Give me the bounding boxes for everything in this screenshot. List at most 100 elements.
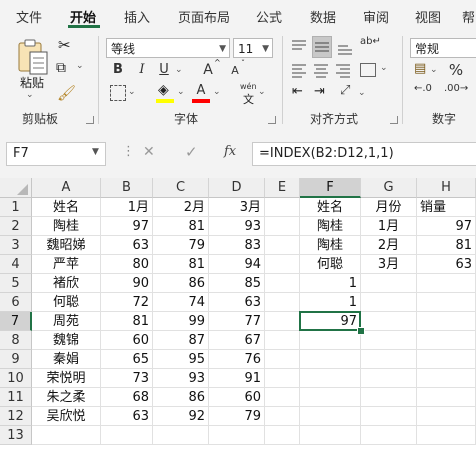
alignment-dialog-launcher-icon[interactable] xyxy=(390,116,398,124)
align-bottom-icon[interactable] xyxy=(336,38,354,56)
cell-e10[interactable] xyxy=(265,369,300,388)
cell-e4[interactable] xyxy=(265,255,300,274)
underline-dropdown-icon[interactable]: ⌄ xyxy=(175,65,183,75)
cell-e7[interactable] xyxy=(265,312,300,331)
merge-dropdown-icon[interactable]: ⌄ xyxy=(380,63,388,73)
underline-button[interactable]: U xyxy=(156,60,172,80)
cell-b1[interactable]: 1月 xyxy=(101,198,153,217)
cell-f8[interactable] xyxy=(300,331,361,350)
accounting-dropdown-icon[interactable]: ⌄ xyxy=(430,65,438,75)
cell-e8[interactable] xyxy=(265,331,300,350)
column-header-a[interactable]: A xyxy=(32,178,101,198)
cell-g9[interactable] xyxy=(361,350,417,369)
cell-g1[interactable]: 月份 xyxy=(361,198,417,217)
cell-g13[interactable] xyxy=(361,426,417,445)
cell-a7[interactable]: 周苑 xyxy=(32,312,101,331)
cell-h1[interactable]: 销量 xyxy=(417,198,476,217)
menu-view[interactable]: 视图 xyxy=(415,7,441,26)
cell-c9[interactable]: 95 xyxy=(153,350,209,369)
cell-c2[interactable]: 81 xyxy=(153,217,209,236)
cell-b3[interactable]: 63 xyxy=(101,236,153,255)
cell-h10[interactable] xyxy=(417,369,476,388)
phonetic-button[interactable]: wén xyxy=(240,82,257,91)
cell-f1[interactable]: 姓名 xyxy=(300,198,361,217)
cell-c5[interactable]: 86 xyxy=(153,274,209,293)
column-header-h[interactable]: H xyxy=(417,178,476,198)
cell-g3[interactable]: 2月 xyxy=(361,236,417,255)
align-left-icon[interactable] xyxy=(290,62,308,80)
cell-b9[interactable]: 65 xyxy=(101,350,153,369)
cell-b5[interactable]: 90 xyxy=(101,274,153,293)
orientation-dropdown-icon[interactable]: ⌄ xyxy=(358,88,366,98)
cell-a1[interactable]: 姓名 xyxy=(32,198,101,217)
cell-c4[interactable]: 81 xyxy=(153,255,209,274)
cell-f2[interactable]: 陶桂 xyxy=(300,217,361,236)
cell-d6[interactable]: 63 xyxy=(209,293,265,312)
row-header-7[interactable]: 7 xyxy=(0,312,32,331)
cell-c7[interactable]: 99 xyxy=(153,312,209,331)
font-name-combo[interactable]: 等线 ▼ xyxy=(106,38,230,58)
row-header-10[interactable]: 10 xyxy=(0,369,32,388)
cell-e1[interactable] xyxy=(265,198,300,217)
row-header-4[interactable]: 4 xyxy=(0,255,32,274)
increase-decimal-icon[interactable]: ←.0 xyxy=(414,83,432,94)
cell-g4[interactable]: 3月 xyxy=(361,255,417,274)
cell-c3[interactable]: 79 xyxy=(153,236,209,255)
cell-a9[interactable]: 秦娟 xyxy=(32,350,101,369)
name-box-dropdown-icon[interactable]: ▼ xyxy=(92,147,99,157)
bold-button[interactable]: B xyxy=(110,60,126,80)
cancel-icon[interactable]: ✕ xyxy=(143,144,155,160)
menu-insert[interactable]: 插入 xyxy=(124,7,150,26)
cell-b2[interactable]: 97 xyxy=(101,217,153,236)
name-box[interactable]: F7 xyxy=(6,142,106,166)
copy-icon[interactable]: ⧉ xyxy=(56,60,66,76)
increase-indent-icon[interactable]: ⇥ xyxy=(314,84,325,99)
cell-d4[interactable]: 94 xyxy=(209,255,265,274)
cell-a13[interactable] xyxy=(32,426,101,445)
copy-dropdown-icon[interactable]: ⌄ xyxy=(76,61,84,71)
cell-d9[interactable]: 76 xyxy=(209,350,265,369)
cell-f13[interactable] xyxy=(300,426,361,445)
cell-g11[interactable] xyxy=(361,388,417,407)
cell-h3[interactable]: 81 xyxy=(417,236,476,255)
italic-button[interactable]: I xyxy=(134,60,150,80)
accounting-format-icon[interactable]: ▤ xyxy=(414,61,426,76)
cell-f10[interactable] xyxy=(300,369,361,388)
cell-c1[interactable]: 2月 xyxy=(153,198,209,217)
cell-b12[interactable]: 63 xyxy=(101,407,153,426)
row-header-9[interactable]: 9 xyxy=(0,350,32,369)
fill-handle[interactable] xyxy=(357,327,365,335)
column-header-f[interactable]: F xyxy=(300,178,361,198)
shrink-font-button[interactable]: A xyxy=(228,61,242,81)
paste-icon[interactable] xyxy=(16,38,50,78)
insert-function-button[interactable]: fx xyxy=(224,144,236,159)
cell-b4[interactable]: 80 xyxy=(101,255,153,274)
cell-b10[interactable]: 73 xyxy=(101,369,153,388)
cell-e5[interactable] xyxy=(265,274,300,293)
merge-center-icon[interactable] xyxy=(360,63,376,77)
formula-bar-options-icon[interactable]: ⋮ xyxy=(122,144,135,159)
row-header-11[interactable]: 11 xyxy=(0,388,32,407)
cell-a2[interactable]: 陶桂 xyxy=(32,217,101,236)
cell-h12[interactable] xyxy=(417,407,476,426)
align-right-icon[interactable] xyxy=(334,62,352,80)
formula-input[interactable]: =INDEX(B2:D12,1,1) xyxy=(252,142,476,166)
cut-icon[interactable]: ✂ xyxy=(58,36,71,54)
cell-c6[interactable]: 74 xyxy=(153,293,209,312)
font-color-dropdown-icon[interactable]: ⌄ xyxy=(213,87,221,97)
cell-d12[interactable]: 79 xyxy=(209,407,265,426)
cell-h11[interactable] xyxy=(417,388,476,407)
cell-d3[interactable]: 83 xyxy=(209,236,265,255)
cell-b8[interactable]: 60 xyxy=(101,331,153,350)
cell-d2[interactable]: 93 xyxy=(209,217,265,236)
paste-button[interactable]: 粘贴 xyxy=(20,74,44,91)
cell-d8[interactable]: 67 xyxy=(209,331,265,350)
cell-f7[interactable]: 97 xyxy=(300,312,361,331)
cell-a6[interactable]: 何聪 xyxy=(32,293,101,312)
cell-g8[interactable] xyxy=(361,331,417,350)
fill-color-dropdown-icon[interactable]: ⌄ xyxy=(177,87,185,97)
cell-d11[interactable]: 60 xyxy=(209,388,265,407)
border-dropdown-icon[interactable]: ⌄ xyxy=(128,87,136,97)
row-header-3[interactable]: 3 xyxy=(0,236,32,255)
cell-c12[interactable]: 92 xyxy=(153,407,209,426)
